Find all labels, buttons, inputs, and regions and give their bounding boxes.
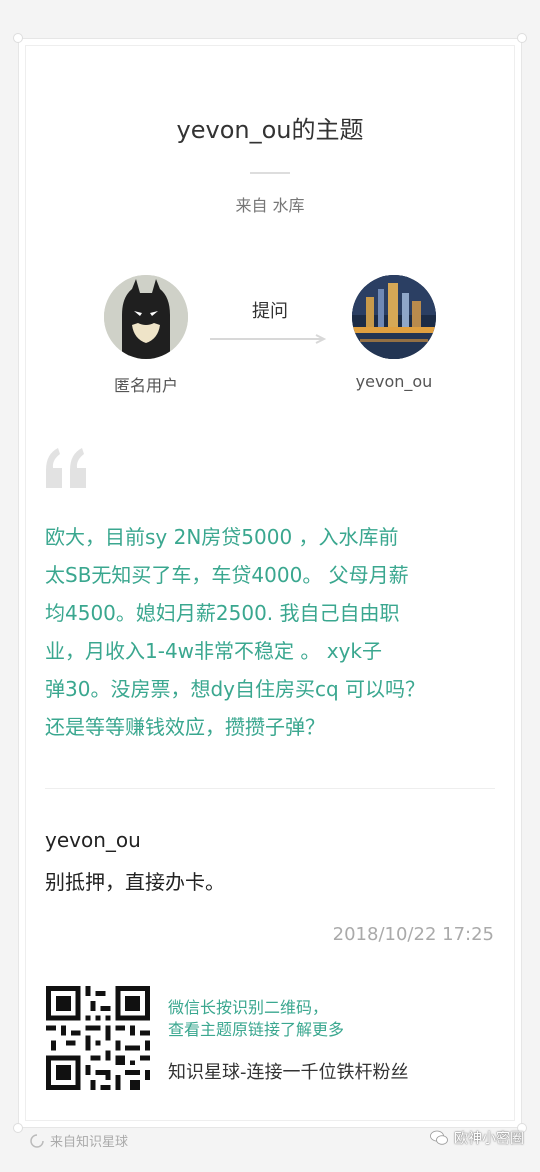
arrow-right-icon <box>210 334 327 344</box>
question-line: 太SB无知买了车，车贷4000。 父母月薪 <box>45 563 409 587</box>
promo-slogan: 知识星球-连接一千位铁杆粉丝 <box>168 1062 409 1083</box>
section-divider <box>45 788 495 789</box>
loading-ring-icon <box>30 1133 44 1148</box>
question-line: 业，月收入1-4w非常不稳定 。 xyk子 <box>45 639 382 663</box>
qr-instruction-line1: 微信长按识别二维码， <box>168 998 329 1017</box>
wechat-icon <box>430 1130 448 1145</box>
question-line: 均4500。媳妇月薪2500. 我自己自由职 <box>45 601 400 625</box>
question-text: 欧大，目前sy 2N房贷5000 ，入水库前 太SB无知买了车，车贷4000。 … <box>45 518 505 746</box>
asker-avatar[interactable] <box>104 275 188 359</box>
question-line: 还是等等赚钱效应，攒攒子弹？ <box>45 715 325 739</box>
footer-source-label: 来自知识星球 <box>50 1135 129 1150</box>
answer-author: yevon_ou <box>45 828 141 852</box>
quote-icon <box>46 448 86 488</box>
topic-title: yevon_ou的主题 <box>176 116 364 144</box>
question-line: 弹30。没房票，想dy自住房买cq 可以吗？ <box>45 677 426 701</box>
asker-name: 匿名用户 <box>113 376 178 395</box>
title-divider <box>250 172 290 174</box>
topic-source: 来自 水库 <box>235 196 305 215</box>
watermark: 欧神小密圈 <box>430 1128 524 1148</box>
question-line: 欧大，目前sy 2N房贷5000 ，入水库前 <box>45 525 399 549</box>
footer-source: 来自知识星球 <box>30 1131 128 1150</box>
answer-date: 2018/10/22 17:25 <box>332 924 494 945</box>
answerer-avatar[interactable] <box>352 275 436 359</box>
action-label: 提问 <box>252 301 288 322</box>
city-night-avatar-icon <box>352 275 436 359</box>
answer-text: 别抵押，直接办卡。 <box>45 870 225 894</box>
answerer-name: yevon_ou <box>355 372 433 391</box>
batman-avatar-icon <box>104 275 188 359</box>
qr-instruction-line2: 查看主题原链接了解更多 <box>168 1020 345 1039</box>
qr-code-icon[interactable] <box>46 986 150 1090</box>
watermark-label: 欧神小密圈 <box>454 1131 524 1147</box>
